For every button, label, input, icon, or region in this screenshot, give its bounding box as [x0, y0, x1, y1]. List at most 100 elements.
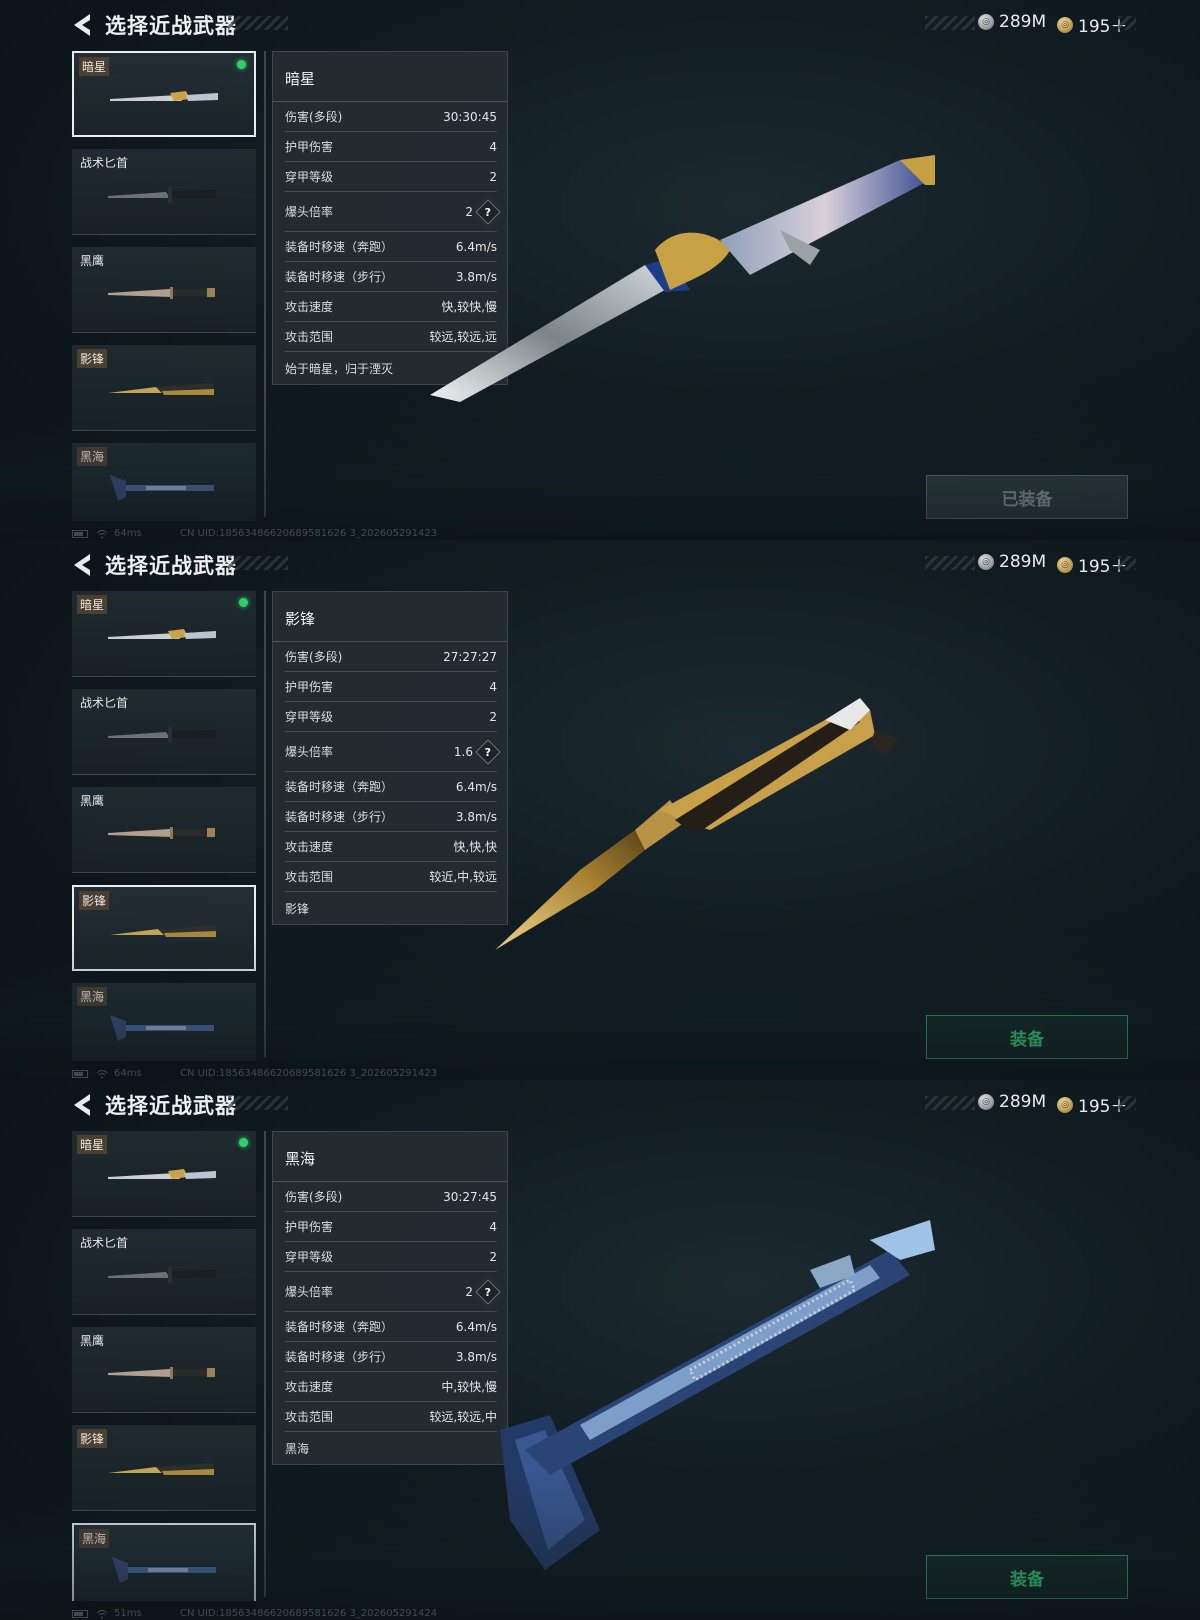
weapon-name: 黑鹰 — [80, 254, 105, 268]
weapon-item[interactable]: 黑海 — [72, 1523, 256, 1601]
stat-label: 攻击范围 — [285, 330, 334, 344]
weapon-name: 战术匕首 — [80, 696, 129, 710]
weapon-list: 暗星 战术匕首 黑鹰 影锋 黑海 — [72, 51, 256, 521]
equipped-button[interactable]: 已装备 — [926, 475, 1128, 519]
back-arrow-icon[interactable] — [70, 12, 94, 38]
back-arrow-icon[interactable] — [70, 1092, 94, 1118]
ping-value: 64ms — [114, 528, 142, 539]
wifi-icon — [96, 1609, 108, 1618]
weapon-title: 影锋 — [273, 592, 507, 642]
equip-button[interactable]: 装备 — [926, 1555, 1128, 1599]
black-hawk-thumb — [108, 1367, 215, 1379]
stat-label: 穿甲等级 — [285, 1250, 334, 1264]
weapon-item[interactable]: 战术匕首 — [72, 689, 256, 775]
weapon-name: 暗星 — [77, 1135, 108, 1154]
silver-currency: ◎ 289M — [978, 12, 1046, 32]
page-title: 选择近战武器 — [105, 1094, 237, 1118]
screen-0: 选择近战武器 ◎ 289M ◎ 195＋ 暗星 战术匕首 黑鹰 影锋 黑海 暗星 伤… — [0, 0, 1200, 540]
stat-label: 攻击范围 — [285, 1410, 334, 1424]
weapon-item[interactable]: 黑鹰 — [72, 1327, 256, 1413]
stat-label: 伤害(多段) — [285, 110, 343, 124]
weapon-item[interactable]: 黑鹰 — [72, 787, 256, 873]
weapon-name: 黑鹰 — [80, 794, 105, 808]
gold-currency[interactable]: ◎ 195＋ — [1057, 1092, 1127, 1117]
ping-value: 64ms — [114, 1068, 142, 1079]
stat-label: 爆头倍率 — [285, 1285, 334, 1299]
silver-amount: 289M — [999, 12, 1047, 32]
silver-coin-icon: ◎ — [978, 554, 994, 570]
black-sea-thumb — [110, 475, 214, 501]
stat-label: 穿甲等级 — [285, 710, 334, 724]
stat-label: 装备时移速（奔跑） — [285, 1320, 394, 1334]
weapon-name: 黑海 — [79, 1529, 110, 1548]
tactical-knife-thumb — [108, 727, 216, 743]
black-sea-thumb — [110, 1015, 214, 1041]
currency-end-decoration — [1118, 1096, 1136, 1110]
list-divider — [264, 591, 266, 1057]
silver-amount: 289M — [999, 1092, 1047, 1112]
weapon-item[interactable]: 影锋 — [72, 345, 256, 431]
tactical-knife-thumb — [108, 187, 216, 203]
weapon-item[interactable]: 黑鹰 — [72, 247, 256, 333]
stat-label: 护甲伤害 — [285, 680, 334, 694]
equip-button[interactable]: 装备 — [926, 1015, 1128, 1059]
battery-icon — [72, 529, 88, 538]
stat-label: 攻击速度 — [285, 300, 334, 314]
dark-star-thumb — [108, 1169, 216, 1179]
silver-currency: ◎ 289M — [978, 1092, 1046, 1112]
weapon-name: 暗星 — [77, 595, 108, 614]
screen-2: 选择近战武器 ◎ 289M ◎ 195＋ 暗星 战术匕首 黑鹰 影锋 黑海 黑海 伤… — [0, 1080, 1200, 1620]
wifi-icon — [96, 1069, 108, 1078]
tactical-knife-thumb — [108, 1267, 216, 1283]
equipped-indicator — [239, 598, 248, 607]
gold-coin-icon: ◎ — [1057, 1096, 1073, 1113]
weapon-item[interactable]: 黑海 — [72, 443, 256, 521]
shadow-blade-butterfly-knife-image — [495, 698, 900, 950]
weapon-name: 影锋 — [79, 891, 110, 910]
status-bar: 64ms — [72, 528, 142, 539]
weapon-item[interactable]: 黑海 — [72, 983, 256, 1061]
back-arrow-icon[interactable] — [70, 552, 94, 578]
stat-label: 攻击速度 — [285, 1380, 334, 1394]
weapon-name: 黑鹰 — [80, 1334, 105, 1348]
gold-currency[interactable]: ◎ 195＋ — [1057, 552, 1127, 577]
weapon-item[interactable]: 暗星 — [72, 591, 256, 677]
weapon-name: 影锋 — [77, 1429, 108, 1448]
shadow-blade-thumb — [110, 925, 216, 937]
dark-star-knife-image — [430, 155, 935, 402]
stat-label: 装备时移速（奔跑） — [285, 240, 394, 254]
uid-text: CN UID:18563486620689581626 3_2026052914… — [180, 528, 438, 539]
weapon-name: 战术匕首 — [80, 156, 129, 170]
stat-label: 护甲伤害 — [285, 140, 334, 154]
gold-coin-icon: ◎ — [1057, 16, 1073, 33]
stat-label: 装备时移速（步行） — [285, 810, 394, 824]
list-divider — [264, 51, 266, 517]
gold-currency[interactable]: ◎ 195＋ — [1057, 12, 1127, 37]
weapon-item[interactable]: 影锋 — [72, 885, 256, 971]
gold-coin-icon: ◎ — [1057, 556, 1073, 573]
weapon-name: 影锋 — [77, 349, 108, 368]
stat-label: 装备时移速（奔跑） — [285, 780, 394, 794]
silver-coin-icon: ◎ — [978, 14, 994, 30]
weapon-item[interactable]: 影锋 — [72, 1425, 256, 1511]
shadow-blade-thumb — [108, 383, 214, 395]
black-hawk-thumb — [108, 827, 215, 839]
stat-value: 30:30:45 — [443, 109, 497, 124]
dark-star-thumb — [108, 629, 216, 639]
silver-currency: ◎ 289M — [978, 552, 1046, 572]
stat-label: 护甲伤害 — [285, 1220, 334, 1234]
title-decoration — [228, 1096, 288, 1110]
weapon-item[interactable]: 战术匕首 — [72, 1229, 256, 1315]
battery-icon — [72, 1069, 88, 1078]
black-sea-thumb — [112, 1557, 216, 1583]
weapon-item[interactable]: 暗星 — [72, 51, 256, 137]
dark-star-thumb — [110, 91, 218, 101]
list-divider — [264, 1131, 266, 1597]
stat-label: 爆头倍率 — [285, 745, 334, 759]
status-bar: 64ms — [72, 1068, 142, 1079]
weapon-item[interactable]: 战术匕首 — [72, 149, 256, 235]
weapon-item[interactable]: 暗星 — [72, 1131, 256, 1217]
weapon-name: 黑海 — [77, 987, 108, 1006]
stat-label: 攻击速度 — [285, 840, 334, 854]
status-bar: 51ms — [72, 1608, 142, 1619]
